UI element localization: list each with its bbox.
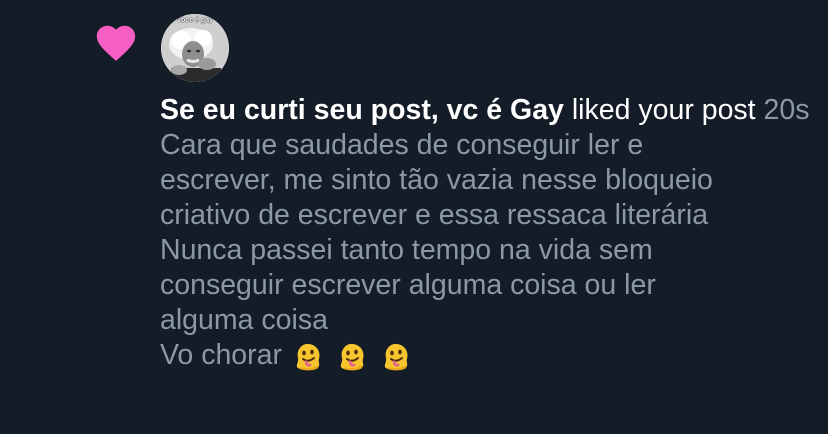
- post-line: Cara que saudades de conseguir ler e: [160, 129, 644, 161]
- post-line: Nunca passei tanto tempo na vida sem: [160, 234, 653, 266]
- notification-item[interactable]: voce é gay Se eu curti seu post, vc é Ga…: [0, 0, 828, 434]
- notification-content: Se eu curti seu post, vc é Gay liked you…: [160, 92, 820, 373]
- melting-face-emoji: [384, 343, 408, 370]
- avatar-photo: [161, 14, 229, 82]
- avatar[interactable]: voce é gay: [161, 14, 229, 82]
- action-text: liked your post: [571, 94, 756, 126]
- post-line: criativo de escrever e essa ressaca lite…: [160, 199, 709, 231]
- notification-headline: Se eu curti seu post, vc é Gay liked you…: [160, 92, 820, 128]
- avatar-caption: voce é gay: [177, 17, 213, 24]
- post-line: conseguir escrever alguma coisa ou ler: [160, 269, 656, 301]
- post-line: Vo chorar: [160, 339, 282, 371]
- post-line: escrever, me sinto tão vazia nesse bloqu…: [160, 164, 713, 196]
- melting-face-emoji: [340, 343, 364, 370]
- post-last-line: Vo chorar: [160, 338, 820, 373]
- melting-face-emoji: [296, 343, 320, 370]
- timestamp: 20s: [763, 94, 810, 126]
- heart-icon: [96, 25, 136, 61]
- post-preview[interactable]: Cara que saudades de conseguir ler e esc…: [160, 128, 820, 373]
- post-line: alguma coisa: [160, 304, 328, 336]
- user-name-link[interactable]: Se eu curti seu post, vc é Gay: [160, 94, 564, 126]
